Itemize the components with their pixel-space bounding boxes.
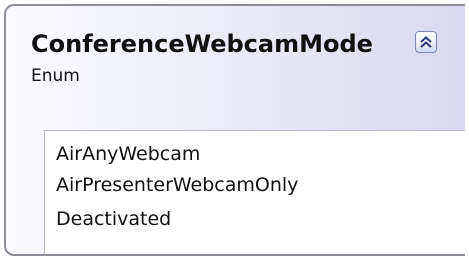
enum-shape[interactable]: ConferenceWebcamMode Enum AirAnyWebcam A… <box>4 4 465 256</box>
enum-kind-label: Enum <box>31 66 80 86</box>
collapse-button[interactable] <box>415 31 437 53</box>
enum-member[interactable]: Deactivated <box>56 208 171 230</box>
diagram-canvas: ConferenceWebcamMode Enum AirAnyWebcam A… <box>0 0 469 269</box>
enum-members-compartment: AirAnyWebcam AirPresenterWebcamOnly Deac… <box>44 130 465 254</box>
enum-header: ConferenceWebcamMode Enum <box>6 6 465 110</box>
enum-member[interactable]: AirPresenterWebcamOnly <box>56 174 298 196</box>
enum-member[interactable]: AirAnyWebcam <box>56 143 200 165</box>
enum-name: ConferenceWebcamMode <box>31 30 373 58</box>
double-chevron-up-icon <box>420 36 432 48</box>
